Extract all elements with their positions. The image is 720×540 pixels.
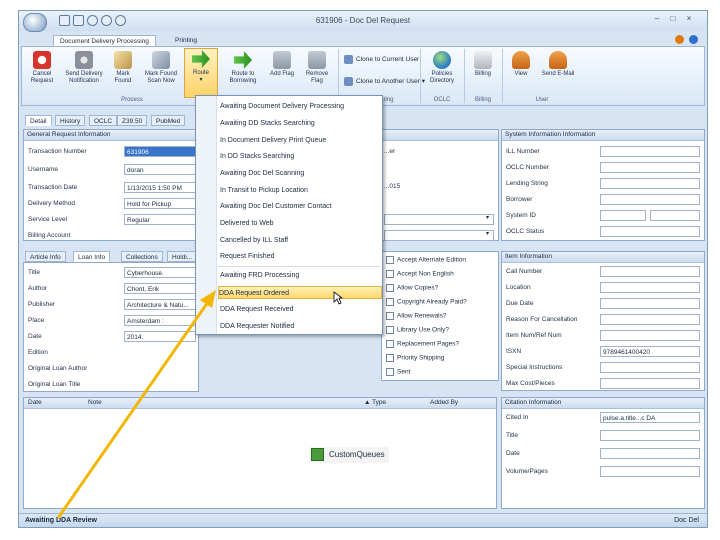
annotation-arrow <box>56 290 216 519</box>
arrow-shaft <box>56 301 210 519</box>
arrow-head <box>200 290 216 308</box>
